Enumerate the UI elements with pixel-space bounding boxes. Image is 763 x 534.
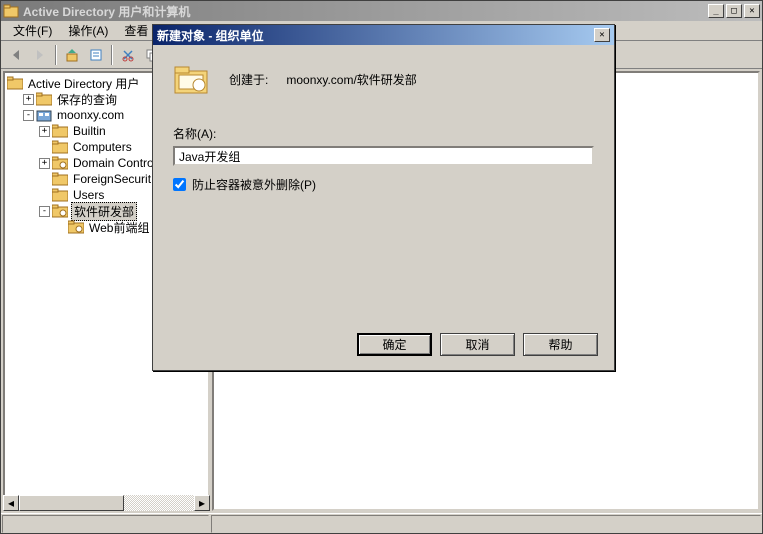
statusbar bbox=[1, 513, 762, 533]
main-title: Active Directory 用户和计算机 bbox=[23, 3, 708, 20]
dialog-close-button[interactable]: ✕ bbox=[594, 28, 610, 42]
back-button[interactable] bbox=[5, 44, 27, 66]
close-button[interactable]: ✕ bbox=[744, 4, 760, 18]
toolbar-separator bbox=[111, 45, 113, 65]
ou-icon bbox=[52, 156, 68, 170]
blank-toggle bbox=[55, 222, 66, 233]
ad-icon bbox=[7, 76, 23, 90]
new-ou-dialog: 新建对象 - 组织单位 ✕ 创建于: moonxy.com/软件研发部 名称(A… bbox=[152, 24, 615, 371]
tree-label: ForeignSecurit bbox=[71, 172, 153, 186]
tree-label: Computers bbox=[71, 140, 134, 154]
menu-action[interactable]: 操作(A) bbox=[60, 20, 116, 41]
folder-icon bbox=[52, 188, 68, 202]
cancel-button[interactable]: 取消 bbox=[440, 333, 515, 356]
expand-icon[interactable]: + bbox=[23, 94, 34, 105]
cut-button[interactable] bbox=[117, 44, 139, 66]
name-label: 名称(A): bbox=[173, 125, 594, 142]
created-in-path: moonxy.com/软件研发部 bbox=[286, 71, 416, 88]
up-button[interactable] bbox=[61, 44, 83, 66]
minimize-button[interactable]: _ bbox=[708, 4, 724, 18]
tree-label: Users bbox=[71, 188, 106, 202]
folder-icon bbox=[52, 140, 68, 154]
protect-label: 防止容器被意外删除(P) bbox=[192, 176, 316, 193]
dialog-header: 创建于: moonxy.com/软件研发部 bbox=[173, 61, 594, 97]
protect-checkbox[interactable] bbox=[173, 178, 186, 191]
ou-icon bbox=[68, 220, 84, 234]
blank-toggle bbox=[39, 142, 50, 153]
status-cell-left bbox=[2, 515, 209, 533]
menu-file[interactable]: 文件(F) bbox=[5, 20, 60, 41]
menu-view[interactable]: 查看 bbox=[116, 20, 156, 41]
scroll-right-button[interactable]: ▸ bbox=[194, 495, 210, 511]
tree-hscrollbar[interactable]: ◂ ▸ bbox=[3, 495, 210, 511]
folder-icon bbox=[36, 92, 52, 106]
tree-label: Builtin bbox=[71, 124, 108, 138]
tree-label: 保存的查询 bbox=[55, 91, 119, 108]
expand-icon[interactable]: + bbox=[39, 126, 50, 137]
created-in-label: 创建于: bbox=[229, 71, 268, 88]
scroll-thumb[interactable] bbox=[19, 495, 124, 511]
help-button[interactable]: 帮助 bbox=[523, 333, 598, 356]
protect-row: 防止容器被意外删除(P) bbox=[173, 176, 594, 193]
domain-icon bbox=[36, 108, 52, 122]
collapse-icon[interactable]: - bbox=[23, 110, 34, 121]
scroll-left-button[interactable]: ◂ bbox=[3, 495, 19, 511]
folder-icon bbox=[52, 172, 68, 186]
forward-button[interactable] bbox=[29, 44, 51, 66]
scroll-track[interactable] bbox=[19, 495, 194, 511]
name-input[interactable] bbox=[173, 146, 594, 166]
ou-icon bbox=[52, 204, 68, 218]
tree-label: Domain Control bbox=[71, 156, 158, 170]
window-controls: _ □ ✕ bbox=[708, 4, 760, 18]
tree-label: Web前端组 bbox=[87, 219, 151, 236]
expand-icon[interactable]: + bbox=[39, 158, 50, 169]
tree-label: moonxy.com bbox=[55, 108, 126, 122]
status-cell-right bbox=[211, 515, 761, 533]
ok-button[interactable]: 确定 bbox=[357, 333, 432, 356]
toolbar-separator bbox=[55, 45, 57, 65]
dialog-body: 创建于: moonxy.com/软件研发部 名称(A): 防止容器被意外删除(P… bbox=[153, 45, 614, 323]
maximize-button[interactable]: □ bbox=[726, 4, 742, 18]
dialog-title: 新建对象 - 组织单位 bbox=[157, 27, 594, 44]
tree-label: Active Directory 用户 bbox=[26, 75, 141, 92]
app-icon bbox=[3, 3, 19, 19]
dialog-buttons: 确定 取消 帮助 bbox=[153, 323, 614, 370]
ou-large-icon bbox=[173, 61, 209, 97]
main-titlebar: Active Directory 用户和计算机 _ □ ✕ bbox=[1, 1, 762, 21]
folder-icon bbox=[52, 124, 68, 138]
collapse-icon[interactable]: - bbox=[39, 206, 50, 217]
blank-toggle bbox=[39, 174, 50, 185]
dialog-titlebar: 新建对象 - 组织单位 ✕ bbox=[153, 25, 614, 45]
properties-button[interactable] bbox=[85, 44, 107, 66]
blank-toggle bbox=[39, 190, 50, 201]
